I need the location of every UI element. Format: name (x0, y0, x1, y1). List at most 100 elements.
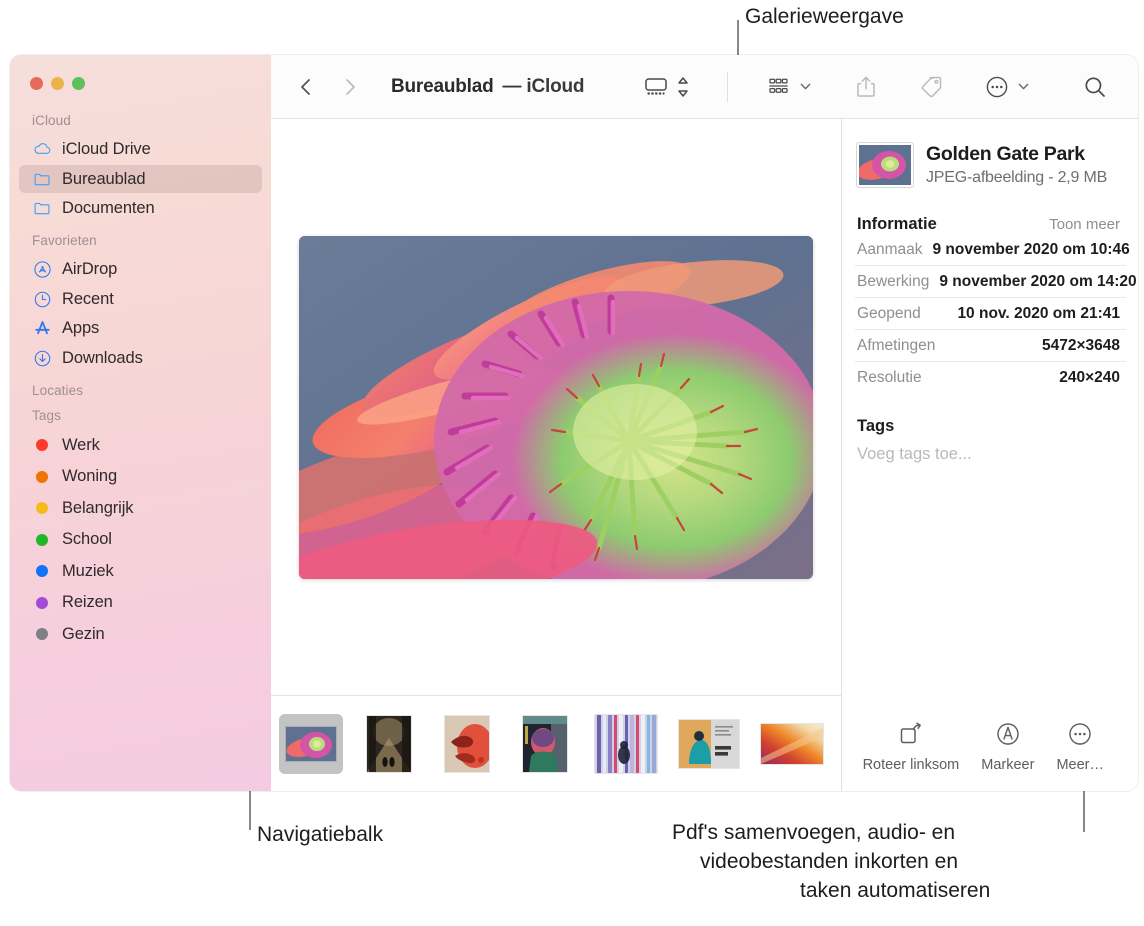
sidebar-tag-muziek[interactable]: Muziek (19, 556, 262, 586)
rotate-left-button[interactable]: Roteer linksom (862, 720, 960, 773)
metadata-value: 5472×3648 (1041, 337, 1120, 354)
back-button[interactable] (295, 76, 317, 98)
callout-quick-actions-line1: Pdf's samenvoegen, audio- en (672, 821, 956, 844)
more-button[interactable]: Meer… (1056, 720, 1104, 773)
preview-pane (271, 119, 842, 791)
gallery-view-button[interactable] (643, 55, 669, 118)
folder-icon (32, 199, 52, 219)
sidebar-heading-icloud: iCloud (32, 113, 71, 128)
metadata-key: Resolutie (857, 369, 922, 386)
thumb-image (523, 715, 567, 772)
navigation-arrows (295, 76, 361, 98)
sidebar-heading-tags: Tags (32, 407, 61, 423)
window-title: Bureaublad — iCloud (391, 75, 585, 98)
information-title: Informatie (857, 215, 937, 233)
markup-button[interactable]: Markeer (981, 720, 1034, 773)
finder-window: iCloud iCloud Drive Bureaublad Documente… (10, 55, 1138, 791)
sidebar-item-airdrop[interactable]: AirDrop (19, 256, 262, 284)
sidebar-list: iCloud iCloud Drive Bureaublad Documente… (10, 90, 271, 649)
metadata-key: Aanmaak (857, 241, 923, 258)
sidebar-item-label: Muziek (62, 561, 114, 580)
sidebar-item-recent[interactable]: Recent (19, 285, 262, 313)
traffic-lights (10, 55, 271, 90)
show-more-link[interactable]: Toon meer (1049, 216, 1120, 233)
preview-image-golden-gate-park[interactable] (299, 235, 813, 579)
thumb-image (286, 726, 336, 761)
search-button[interactable] (1082, 55, 1108, 118)
sidebar-item-documenten[interactable]: Documenten (19, 195, 262, 223)
view-switch-stepper[interactable] (675, 55, 691, 118)
sidebar-item-downloads[interactable]: Downloads (19, 344, 262, 372)
tag-dot-icon (32, 498, 52, 518)
metadata-key: Bewerking (857, 273, 930, 290)
page-title-suffix: — iCloud (502, 75, 585, 97)
metadata-value: 240×240 (1059, 369, 1120, 386)
thumb-image (367, 715, 411, 772)
thumb-portrait-neon[interactable] (513, 714, 577, 774)
sidebar-tag-school[interactable]: School (19, 525, 262, 555)
thumb-gradient-sunset[interactable] (757, 714, 827, 774)
group-by-button[interactable] (766, 55, 792, 118)
sidebar-tag-werk[interactable]: Werk (19, 430, 262, 460)
file-header: Golden Gate Park JPEG-afbeelding - 2,9 M… (855, 143, 1126, 187)
thumb-image (595, 714, 657, 773)
sidebar-heading-favorieten: Favorieten (32, 233, 97, 248)
sidebar-item-icloud-drive[interactable]: iCloud Drive (19, 136, 262, 164)
sidebar-item-label: Reizen (62, 593, 113, 611)
metadata-row-afmetingen: Afmetingen 5472×3648 (855, 330, 1126, 362)
group-by-chevron-down-icon[interactable] (799, 55, 812, 118)
tags-section-title: Tags (857, 417, 895, 435)
share-button[interactable] (854, 55, 878, 118)
sidebar-item-label: Bureaublad (62, 169, 146, 188)
thumb-striped-wall[interactable] (591, 714, 661, 774)
sidebar-item-apps[interactable]: Apps (19, 315, 262, 343)
thumb-red-hands[interactable] (435, 714, 499, 774)
sidebar-item-label: Documenten (62, 199, 155, 217)
thumb-golden-gate-park[interactable] (279, 713, 343, 774)
zoom-button[interactable] (72, 77, 85, 90)
metadata-row-resolutie: Resolutie 240×240 (855, 362, 1126, 393)
tag-dot-icon (32, 530, 52, 550)
thumb-image (679, 719, 739, 768)
download-icon (32, 348, 52, 368)
metadata-key: Geopend (857, 305, 921, 322)
sidebar: iCloud iCloud Drive Bureaublad Documente… (10, 55, 271, 791)
more-actions-chevron-down-icon[interactable] (1017, 55, 1030, 118)
metadata-value: 9 november 2020 om 14:20 (939, 273, 1137, 290)
thumb-louisa-paris[interactable] (675, 714, 743, 774)
sidebar-item-bureaublad[interactable]: Bureaublad (19, 165, 262, 193)
action-label: Markeer (981, 757, 1035, 773)
metadata-value: 10 nov. 2020 om 21:41 (957, 305, 1120, 322)
callout-gallery-view: Galerieweergave (745, 5, 904, 28)
callout-quick-actions-line3: taken automatiseren (800, 879, 991, 902)
file-title-block: Golden Gate Park JPEG-afbeelding - 2,9 M… (926, 143, 1107, 187)
action-label: Roteer linksom (862, 757, 960, 773)
tags-input[interactable]: Voeg tags toe... (855, 445, 1126, 464)
file-thumbnail-image (857, 145, 911, 185)
sidebar-item-label: School (62, 530, 112, 548)
more-actions-button[interactable] (984, 55, 1010, 118)
close-button[interactable] (30, 77, 43, 90)
toolbar: Bureaublad — iCloud (271, 55, 1138, 119)
sidebar-item-label: Werk (62, 435, 100, 454)
navigation-bar-filmstrip[interactable] (271, 695, 841, 791)
appstore-icon (32, 319, 52, 339)
minimize-button[interactable] (51, 77, 64, 90)
tag-button[interactable] (918, 55, 944, 118)
sidebar-tag-woning[interactable]: Woning (19, 462, 262, 492)
sidebar-item-label: Belangrijk (62, 498, 134, 517)
sidebar-item-label: Downloads (62, 348, 143, 367)
tag-dot-icon (32, 435, 52, 455)
sidebar-tag-belangrijk[interactable]: Belangrijk (19, 493, 262, 523)
forward-button[interactable] (339, 76, 361, 98)
content-area: Golden Gate Park JPEG-afbeelding - 2,9 M… (271, 119, 1138, 791)
sidebar-tag-gezin[interactable]: Gezin (19, 619, 262, 649)
callout-quick-actions-line2: videobestanden inkorten en (700, 850, 959, 873)
thumb-forest-path[interactable] (357, 714, 421, 774)
quick-actions: Roteer linksom Markeer Meer… (843, 720, 1138, 773)
sidebar-item-label: Gezin (62, 624, 105, 643)
file-subtitle: JPEG-afbeelding - 2,9 MB (926, 169, 1108, 186)
sidebar-tag-reizen[interactable]: Reizen (19, 588, 262, 618)
ellipsis-circle-icon (1069, 723, 1091, 745)
sidebar-item-label: AirDrop (62, 260, 118, 278)
